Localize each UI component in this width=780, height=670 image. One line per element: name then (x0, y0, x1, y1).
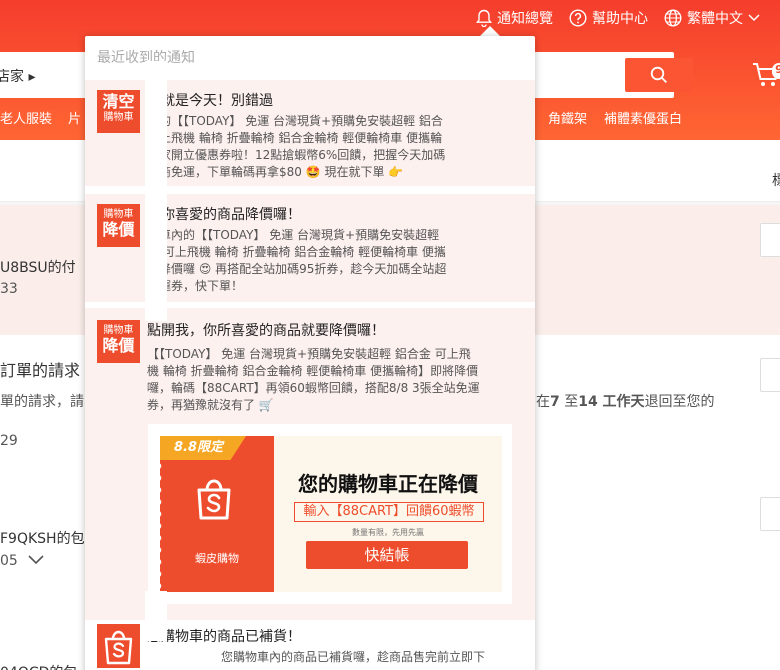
notification-title: 點開我，你所喜愛的商品就要降價囉！ (147, 323, 385, 339)
cart-price-drop-badge-icon: 購物車 降價 (97, 320, 140, 363)
clear-cart-badge-icon: 清空 購物車 (97, 90, 140, 133)
redaction-mask (147, 646, 213, 670)
topbar: 通知總覽 幫助中心 繁體中文 (476, 0, 780, 36)
cart-price-drop-badge-icon: 購物車 降價 (97, 204, 140, 247)
notification-body: 物車內的【【TODAY】 免運 台灣現貨+預購免安裝超輕 金 可上飛機 輪椅 折… (147, 228, 447, 293)
banner-fineprint: 數量有限，先用先贏 (352, 528, 424, 537)
notification-body: 【【TODAY】 免運 台灣現貨+預購免安裝超輕 鋁合金 可上飛 機 輪椅 折疊… (147, 347, 480, 412)
banner-perforation (158, 460, 166, 592)
promo-banner[interactable]: 8.8限定 蝦皮購物 您的購物車正在降價 輸入【88CART】回饋60蝦幣 數量… (148, 424, 512, 604)
category-link[interactable]: 老人服裝 (0, 108, 52, 127)
help-icon (569, 9, 587, 27)
order-time: 33 (0, 281, 18, 297)
notifications-label: 通知總覽 (497, 11, 553, 27)
chevron-down-icon (748, 14, 760, 22)
request-body: 單的請求，請 (0, 394, 84, 410)
notification-item[interactable]: 購物車 降價 點開我，你所喜愛的商品就要降價囉！ 【【TODAY】 免運 台灣現… (85, 308, 535, 620)
notification-dropdown: 最近收到的通知 清空 購物車 ，就是今天！別錯過 歡的【【TODAY】 免運 台… (85, 36, 535, 670)
cart-count-badge: 9 (772, 63, 780, 79)
side-action-button[interactable] (760, 223, 780, 257)
language-label: 繁體中文 (687, 11, 743, 27)
order-text: U8BSU的付 (0, 260, 76, 276)
request-time: 29 (0, 433, 18, 449)
bell-icon (476, 9, 492, 27)
help-center-label: 幫助中心 (592, 11, 648, 27)
help-center-link[interactable]: 幫助中心 (569, 8, 648, 28)
order-text: 04QCD的包 (0, 662, 77, 670)
redaction-mask (145, 61, 167, 321)
banner-coupon-code: 輸入【88CART】回饋60蝦幣 (294, 502, 484, 522)
side-action-button[interactable] (760, 497, 780, 531)
request-refund-text: 在7 至14 工作天退回至您的 (536, 394, 715, 410)
search-scope-shops[interactable]: 店家 ▸ (0, 66, 35, 86)
banner-headline: 您的購物車正在降價 (298, 472, 478, 496)
notification-title: ，你喜愛的商品降價囉！ (147, 207, 301, 223)
globe-icon (664, 9, 682, 27)
chevron-down-icon[interactable] (28, 555, 44, 565)
side-action-button[interactable] (760, 358, 780, 392)
checkout-button[interactable]: 快結帳 (306, 541, 468, 569)
dropdown-caret (480, 26, 500, 36)
search-button[interactable] (625, 58, 693, 92)
category-link[interactable]: 補體素優蛋白 (604, 108, 682, 127)
redaction-mask (145, 591, 167, 641)
language-selector[interactable]: 繁體中文 (664, 8, 760, 28)
request-title: 訂單的請求 (0, 361, 81, 380)
notification-body: 歡的【【TODAY】 免運 台灣現貨+預購免安裝超輕 鋁合 可上飛機 輪椅 折疊… (147, 114, 446, 179)
notification-body: ，您購物車內的商品已補貨囉，趁商品售完前立即下 (209, 650, 486, 664)
category-link[interactable]: 片 (68, 108, 81, 127)
category-link[interactable]: 角鐵架 (548, 108, 587, 127)
order-text: F9QKSH的包 (0, 531, 85, 547)
search-icon (650, 66, 668, 84)
notifications-link[interactable]: 通知總覽 (476, 8, 553, 28)
notification-title: 您購物車的商品已補貨！ (147, 629, 301, 645)
shopee-bag-icon (197, 479, 231, 520)
order-time: 05 (0, 553, 18, 569)
shopee-logo-icon (97, 624, 140, 668)
banner-brand: 蝦皮購物 (195, 552, 239, 565)
tab-label-partial[interactable]: 標 (772, 170, 780, 190)
